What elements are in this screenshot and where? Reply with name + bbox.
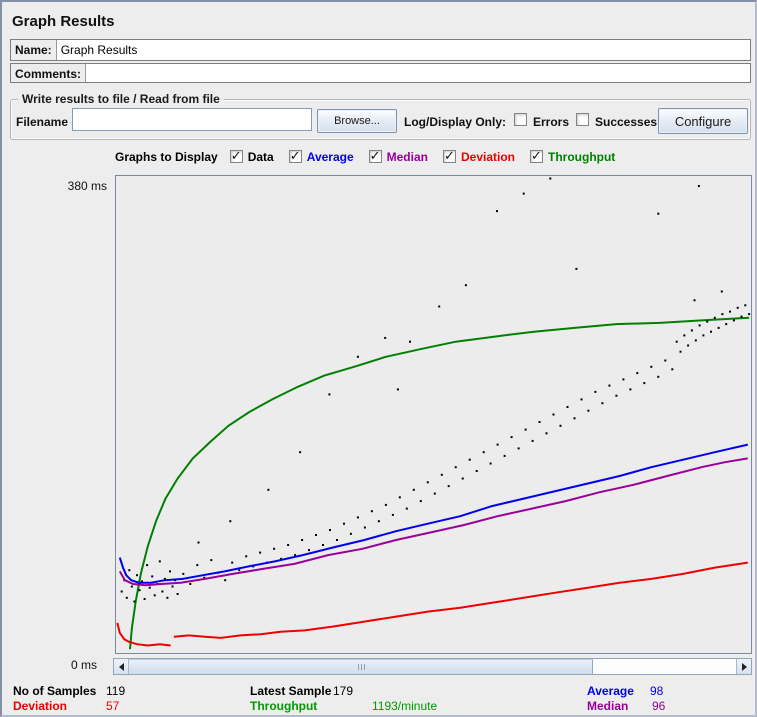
series-average-line <box>118 443 749 584</box>
average-checkbox[interactable] <box>288 148 302 164</box>
comments-input[interactable] <box>85 64 750 82</box>
log-display-only-label: Log/Display Only: <box>404 115 507 129</box>
series-data-points <box>120 177 751 603</box>
horizontal-scrollbar[interactable] <box>113 658 752 675</box>
name-label: Name: <box>15 43 52 57</box>
y-axis-min-label: 0 ms <box>70 658 97 672</box>
latest-sample-value: 179 <box>333 684 354 698</box>
configure-button[interactable]: Configure <box>658 108 748 134</box>
legend-item-data: Data <box>229 148 274 164</box>
name-input[interactable] <box>55 40 750 60</box>
scroll-left-button[interactable] <box>114 659 129 674</box>
series-throughput-line <box>129 316 750 650</box>
average-checkbox-label[interactable]: Average <box>307 150 354 164</box>
filename-input[interactable] <box>72 108 312 131</box>
legend-item-deviation: Deviation <box>442 148 515 164</box>
throughput-checkbox[interactable] <box>530 148 543 164</box>
filename-label: Filename <box>16 115 69 129</box>
median-checkbox[interactable] <box>368 148 382 164</box>
plot-area <box>115 175 752 654</box>
latest-sample-label: Latest Sample <box>250 684 332 698</box>
scrollbar-track[interactable] <box>593 659 736 674</box>
graphs-to-display-label: Graphs to Display <box>115 149 218 164</box>
median-stat-value: 96 <box>652 699 666 713</box>
legend-item-median: Median <box>368 148 428 164</box>
y-axis-max-label: 380 ms <box>67 179 107 193</box>
graphs-to-display-row: Graphs to Display Data Average Median De… <box>115 148 630 165</box>
series-deviation-line <box>173 561 748 639</box>
deviation-checkbox-label[interactable]: Deviation <box>461 150 515 164</box>
median-checkbox-label[interactable]: Median <box>387 150 428 164</box>
errors-checkbox[interactable] <box>514 113 527 126</box>
average-stat-label: Average <box>587 684 634 698</box>
no-of-samples-value: 119 <box>106 684 126 698</box>
scroll-left-icon <box>118 662 124 671</box>
deviation-checkbox[interactable] <box>442 148 456 164</box>
average-stat-value: 98 <box>650 684 664 698</box>
throughput-stat-value: 1193/minute <box>372 699 438 713</box>
throughput-checkbox-label[interactable]: Throughput <box>548 150 615 164</box>
throughput-stat-label: Throughput <box>250 699 318 713</box>
successes-checkbox-label[interactable]: Successes <box>595 115 657 129</box>
scrollbar-thumb[interactable] <box>129 659 593 674</box>
comments-label: Comments: <box>15 67 82 81</box>
deviation-stat-label: Deviation <box>13 699 68 713</box>
data-checkbox-label[interactable]: Data <box>248 150 274 164</box>
no-of-samples-label: No of Samples <box>13 684 97 698</box>
median-stat-label: Median <box>587 699 629 713</box>
scroll-right-icon <box>741 662 747 671</box>
graph-results-panel: Graph Results Name: Comments: Write resu… <box>0 0 757 717</box>
page-title: Graph Results <box>12 13 115 30</box>
name-row: Name: <box>10 39 751 61</box>
browse-button[interactable]: Browse... <box>317 109 397 133</box>
legend-item-throughput: Throughput <box>530 148 615 164</box>
write-results-groupbox-title: Write results to file / Read from file <box>18 92 224 106</box>
data-checkbox[interactable] <box>229 148 243 164</box>
comments-row: Comments: <box>10 63 751 83</box>
chart-canvas <box>116 177 751 650</box>
deviation-stat-value: 57 <box>106 699 120 713</box>
errors-checkbox-label[interactable]: Errors <box>533 115 569 129</box>
series-deviation-line <box>116 622 171 647</box>
legend-item-average: Average <box>288 148 354 164</box>
successes-checkbox[interactable] <box>576 113 589 126</box>
scroll-right-button[interactable] <box>736 659 751 674</box>
